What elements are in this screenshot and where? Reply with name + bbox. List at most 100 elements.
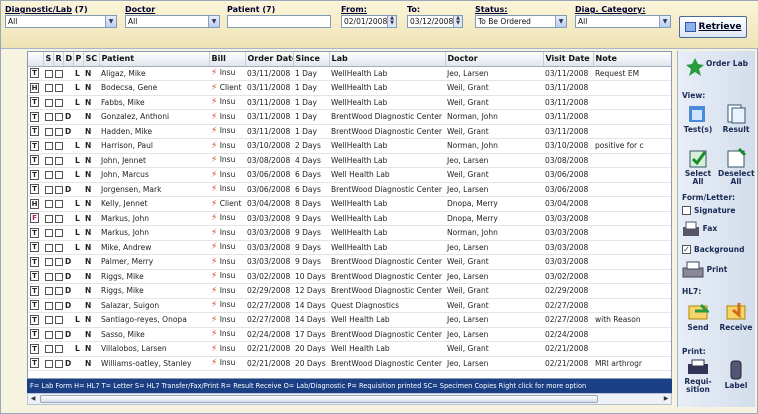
table-row[interactable]: T D N Jorgensen, Mark ⚡ Insu 03/06/2008 6 Days… bbox=[28, 182, 671, 197]
s-cell[interactable] bbox=[43, 124, 53, 139]
r-checkbox[interactable] bbox=[55, 330, 63, 339]
s-cell[interactable] bbox=[43, 80, 53, 96]
spinner-icon[interactable]: ▲ ▼ bbox=[387, 16, 396, 27]
col-lab[interactable]: Lab bbox=[329, 52, 446, 67]
r-checkbox[interactable] bbox=[55, 142, 63, 151]
r-checkbox[interactable] bbox=[55, 69, 63, 78]
table-row[interactable]: T L N John, Jennet ⚡ Insu 03/08/2008 4 Days Wel… bbox=[28, 153, 671, 168]
bill-cell[interactable]: ⚡ Insu bbox=[209, 124, 245, 139]
background-check-box[interactable]: ✓ bbox=[682, 245, 691, 254]
s-cell[interactable] bbox=[43, 341, 53, 357]
background-checkbox[interactable]: ✓ Background bbox=[682, 245, 744, 254]
r-checkbox[interactable] bbox=[55, 214, 63, 223]
from-date-field[interactable]: 02/01/2008 ▲ ▼ bbox=[341, 15, 397, 28]
s-checkbox[interactable] bbox=[45, 359, 53, 368]
retrieve-button[interactable]: Retrieve bbox=[679, 16, 747, 38]
send-button[interactable]: Send bbox=[680, 301, 716, 332]
bill-cell[interactable]: ⚡ Insu bbox=[209, 153, 245, 168]
col-s[interactable]: S bbox=[43, 52, 54, 67]
s-checkbox[interactable] bbox=[45, 287, 53, 296]
row-type-cell[interactable]: T bbox=[28, 283, 43, 299]
table-row[interactable]: T L N Markus, John ⚡ Insu 03/03/2008 9 Days Wel… bbox=[28, 225, 671, 241]
bill-cell[interactable]: ⚡ Client bbox=[209, 196, 245, 212]
result-button[interactable]: Result bbox=[718, 103, 754, 134]
bill-cell[interactable]: ⚡ Insu bbox=[209, 240, 245, 255]
bill-cell[interactable]: ⚡ Insu bbox=[209, 167, 245, 183]
receive-button[interactable]: Receive bbox=[718, 301, 754, 332]
r-checkbox[interactable] bbox=[55, 113, 63, 122]
chevron-down-icon[interactable]: ▼ bbox=[659, 16, 670, 27]
r-cell[interactable] bbox=[53, 138, 63, 154]
r-cell[interactable] bbox=[53, 95, 63, 110]
doctor-select[interactable]: All ▼ bbox=[125, 15, 220, 28]
r-cell[interactable] bbox=[53, 312, 63, 328]
s-checkbox[interactable] bbox=[45, 301, 53, 310]
s-checkbox[interactable] bbox=[45, 258, 53, 267]
r-checkbox[interactable] bbox=[55, 171, 63, 180]
patient-cell[interactable]: Salazar, Suigon bbox=[99, 298, 209, 313]
r-checkbox[interactable] bbox=[55, 200, 63, 209]
deselect-all-button[interactable]: Deselect All bbox=[718, 147, 755, 186]
s-cell[interactable] bbox=[43, 312, 53, 328]
patient-input[interactable] bbox=[227, 15, 331, 28]
table-row[interactable]: H L N Kelly, Jennet ⚡ Client 03/04/2008 8 Days… bbox=[28, 196, 671, 212]
s-checkbox[interactable] bbox=[45, 113, 53, 122]
table-row[interactable]: T D N Salazar, Suigon ⚡ Insu 02/27/2008 14 Day… bbox=[28, 298, 671, 313]
table-row[interactable]: T L N Fabbs, Mike ⚡ Insu 03/11/2008 1 Day WellH… bbox=[28, 95, 671, 110]
requisition-button[interactable]: Requi-sition bbox=[680, 359, 716, 394]
r-cell[interactable] bbox=[53, 327, 63, 342]
r-cell[interactable] bbox=[53, 254, 63, 270]
r-cell[interactable] bbox=[53, 240, 63, 255]
scroll-thumb[interactable] bbox=[40, 395, 598, 403]
r-checkbox[interactable] bbox=[55, 272, 63, 281]
status-select[interactable]: To Be Ordered ▼ bbox=[475, 15, 567, 28]
table-row[interactable]: T D N Sasso, Mike ⚡ Insu 02/24/2008 17 Days Bre… bbox=[28, 327, 671, 342]
col-bill[interactable]: Bill bbox=[209, 52, 246, 67]
s-cell[interactable] bbox=[43, 182, 53, 197]
s-cell[interactable] bbox=[43, 66, 53, 81]
r-checkbox[interactable] bbox=[55, 359, 63, 368]
chevron-down-icon[interactable]: ▼ bbox=[105, 16, 116, 27]
patient-cell[interactable]: Santiago-reyes, Onopa bbox=[99, 312, 209, 328]
select-all-button[interactable]: Select All bbox=[680, 147, 716, 186]
patient-cell[interactable]: Bodecsa, Gene bbox=[99, 80, 209, 96]
r-checkbox[interactable] bbox=[55, 258, 63, 267]
row-type-cell[interactable]: T bbox=[28, 153, 43, 168]
s-cell[interactable] bbox=[43, 196, 53, 212]
fax-button[interactable]: Fax bbox=[682, 221, 732, 237]
scroll-left-icon[interactable]: ◀ bbox=[28, 394, 38, 404]
s-cell[interactable] bbox=[43, 138, 53, 154]
patient-cell[interactable]: John, Marcus bbox=[99, 167, 209, 183]
r-checkbox[interactable] bbox=[55, 243, 63, 252]
r-cell[interactable] bbox=[53, 109, 63, 125]
col-visit-date[interactable]: Visit Date bbox=[543, 52, 594, 67]
r-cell[interactable] bbox=[53, 211, 63, 226]
chevron-down-icon[interactable]: ▼ bbox=[208, 16, 219, 27]
bill-cell[interactable]: ⚡ Insu bbox=[209, 341, 245, 357]
table-row[interactable]: T D N Gonzalez, Anthoni ⚡ Insu 03/11/2008 1 Da… bbox=[28, 109, 671, 125]
col-note[interactable]: Note bbox=[593, 52, 671, 67]
bill-cell[interactable]: ⚡ Insu bbox=[209, 298, 245, 313]
s-checkbox[interactable] bbox=[45, 156, 53, 165]
s-checkbox[interactable] bbox=[45, 84, 53, 93]
s-checkbox[interactable] bbox=[45, 200, 53, 209]
r-checkbox[interactable] bbox=[55, 229, 63, 238]
row-type-cell[interactable]: H bbox=[28, 196, 43, 212]
bill-cell[interactable]: ⚡ Insu bbox=[209, 312, 245, 328]
table-row[interactable]: F L N Markus, John ⚡ Insu 03/03/2008 9 Days Wel… bbox=[28, 211, 671, 226]
col-r[interactable]: R bbox=[53, 52, 64, 67]
r-cell[interactable] bbox=[53, 341, 63, 357]
row-type-cell[interactable]: F bbox=[28, 211, 43, 226]
r-cell[interactable] bbox=[53, 80, 63, 96]
table-row[interactable]: T D N Riggs, Mike ⚡ Insu 03/02/2008 10 Days Bre… bbox=[28, 269, 671, 284]
col-since[interactable]: Since bbox=[293, 52, 330, 67]
row-type-cell[interactable]: T bbox=[28, 312, 43, 328]
s-checkbox[interactable] bbox=[45, 69, 53, 78]
chevron-down-icon[interactable]: ▼ bbox=[555, 16, 566, 27]
row-type-cell[interactable]: T bbox=[28, 182, 43, 197]
row-type-cell[interactable]: T bbox=[28, 124, 43, 139]
bill-cell[interactable]: ⚡ Client bbox=[209, 80, 245, 96]
row-type-cell[interactable]: T bbox=[28, 327, 43, 342]
bill-cell[interactable]: ⚡ Insu bbox=[209, 254, 245, 270]
row-type-cell[interactable]: T bbox=[28, 298, 43, 313]
